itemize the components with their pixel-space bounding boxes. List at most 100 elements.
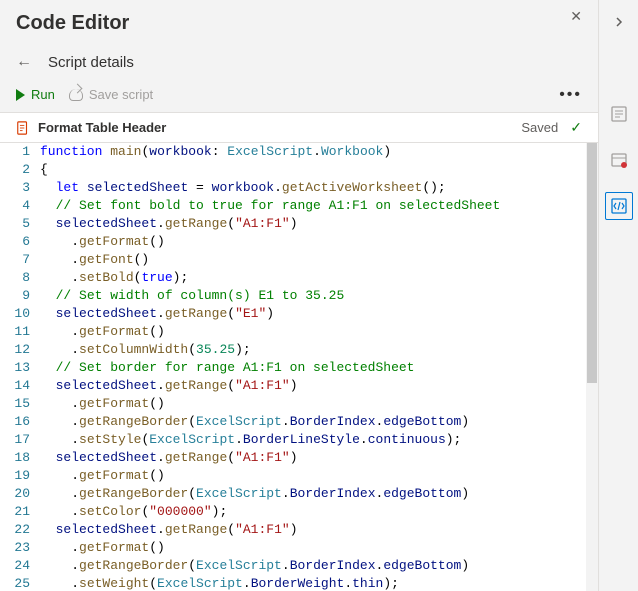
code-content[interactable]: selectedSheet.getRange("E1") <box>40 305 598 323</box>
code-line[interactable]: 22 selectedSheet.getRange("A1:F1") <box>0 521 598 539</box>
code-line[interactable]: 15 .getFormat() <box>0 395 598 413</box>
line-number: 9 <box>0 287 40 305</box>
line-number: 4 <box>0 197 40 215</box>
code-line[interactable]: 8 .setBold(true); <box>0 269 598 287</box>
code-editor[interactable]: 1function main(workbook: ExcelScript.Wor… <box>0 143 598 591</box>
code-content[interactable]: .getFont() <box>40 251 598 269</box>
line-number: 1 <box>0 143 40 161</box>
code-content[interactable]: // Set font bold to true for range A1:F1… <box>40 197 598 215</box>
rail-script-icon[interactable] <box>605 100 633 128</box>
save-label: Save script <box>89 87 153 102</box>
code-content[interactable]: .setBold(true); <box>40 269 598 287</box>
play-icon <box>16 89 25 101</box>
code-content[interactable]: // Set border for range A1:F1 on selecte… <box>40 359 598 377</box>
line-number: 16 <box>0 413 40 431</box>
code-line[interactable]: 12 .setColumnWidth(35.25); <box>0 341 598 359</box>
code-line[interactable]: 5 selectedSheet.getRange("A1:F1") <box>0 215 598 233</box>
line-number: 20 <box>0 485 40 503</box>
script-name: Format Table Header <box>38 120 513 135</box>
code-line[interactable]: 13 // Set border for range A1:F1 on sele… <box>0 359 598 377</box>
sub-title: Script details <box>48 54 134 71</box>
line-number: 24 <box>0 557 40 575</box>
code-line[interactable]: 18 selectedSheet.getRange("A1:F1") <box>0 449 598 467</box>
scrollbar-thumb[interactable] <box>587 143 597 383</box>
right-rail <box>598 0 638 591</box>
code-line[interactable]: 24 .getRangeBorder(ExcelScript.BorderInd… <box>0 557 598 575</box>
code-content[interactable]: .getRangeBorder(ExcelScript.BorderIndex.… <box>40 557 598 575</box>
code-content[interactable]: .getFormat() <box>40 539 598 557</box>
code-content[interactable]: let selectedSheet = workbook.getActiveWo… <box>40 179 598 197</box>
saved-status: Saved <box>521 120 558 135</box>
run-button[interactable]: Run <box>16 87 55 102</box>
line-number: 19 <box>0 467 40 485</box>
code-content[interactable]: .setWeight(ExcelScript.BorderWeight.thin… <box>40 575 598 591</box>
line-number: 8 <box>0 269 40 287</box>
code-line[interactable]: 20 .getRangeBorder(ExcelScript.BorderInd… <box>0 485 598 503</box>
line-number: 6 <box>0 233 40 251</box>
script-file-icon <box>16 121 30 135</box>
code-content[interactable]: .setColor("000000"); <box>40 503 598 521</box>
code-line[interactable]: 23 .getFormat() <box>0 539 598 557</box>
code-line[interactable]: 16 .getRangeBorder(ExcelScript.BorderInd… <box>0 413 598 431</box>
line-number: 7 <box>0 251 40 269</box>
code-content[interactable]: .getFormat() <box>40 467 598 485</box>
pane-title: Code Editor <box>16 12 582 35</box>
code-line[interactable]: 14 selectedSheet.getRange("A1:F1") <box>0 377 598 395</box>
code-line[interactable]: 19 .getFormat() <box>0 467 598 485</box>
code-line[interactable]: 3 let selectedSheet = workbook.getActive… <box>0 179 598 197</box>
code-line[interactable]: 9 // Set width of column(s) E1 to 35.25 <box>0 287 598 305</box>
expand-arrow-icon[interactable] <box>605 8 633 36</box>
run-label: Run <box>31 87 55 102</box>
line-number: 25 <box>0 575 40 591</box>
code-content[interactable]: selectedSheet.getRange("A1:F1") <box>40 215 598 233</box>
rail-code-editor-icon[interactable] <box>605 192 633 220</box>
save-icon <box>69 89 83 101</box>
line-number: 2 <box>0 161 40 179</box>
line-number: 18 <box>0 449 40 467</box>
code-line[interactable]: 11 .getFormat() <box>0 323 598 341</box>
more-options-button[interactable]: ••• <box>559 86 582 104</box>
main-pane: Code Editor ✕ ← Script details Run Save … <box>0 0 598 591</box>
line-number: 3 <box>0 179 40 197</box>
scrollbar-track[interactable] <box>586 143 598 591</box>
line-number: 21 <box>0 503 40 521</box>
line-number: 10 <box>0 305 40 323</box>
code-line[interactable]: 10 selectedSheet.getRange("E1") <box>0 305 598 323</box>
line-number: 22 <box>0 521 40 539</box>
rail-record-icon[interactable] <box>605 146 633 174</box>
back-arrow-icon[interactable]: ← <box>16 53 32 71</box>
line-number: 13 <box>0 359 40 377</box>
line-number: 15 <box>0 395 40 413</box>
code-content[interactable]: { <box>40 161 598 179</box>
code-content[interactable]: selectedSheet.getRange("A1:F1") <box>40 377 598 395</box>
code-line[interactable]: 4 // Set font bold to true for range A1:… <box>0 197 598 215</box>
line-number: 5 <box>0 215 40 233</box>
code-content[interactable]: // Set width of column(s) E1 to 35.25 <box>40 287 598 305</box>
script-info-row: Format Table Header Saved ✓ <box>0 113 598 143</box>
line-number: 23 <box>0 539 40 557</box>
close-icon[interactable]: ✕ <box>570 8 582 25</box>
code-content[interactable]: .setStyle(ExcelScript.BorderLineStyle.co… <box>40 431 598 449</box>
line-number: 14 <box>0 377 40 395</box>
code-line[interactable]: 6 .getFormat() <box>0 233 598 251</box>
line-number: 12 <box>0 341 40 359</box>
code-content[interactable]: .getRangeBorder(ExcelScript.BorderIndex.… <box>40 413 598 431</box>
toolbar: Run Save script ••• <box>0 81 598 113</box>
header: Code Editor ✕ <box>0 0 598 47</box>
code-content[interactable]: selectedSheet.getRange("A1:F1") <box>40 449 598 467</box>
save-script-button[interactable]: Save script <box>69 87 153 102</box>
code-content[interactable]: .getFormat() <box>40 233 598 251</box>
code-content[interactable]: .setColumnWidth(35.25); <box>40 341 598 359</box>
code-line[interactable]: 17 .setStyle(ExcelScript.BorderLineStyle… <box>0 431 598 449</box>
check-icon: ✓ <box>570 119 582 136</box>
code-line[interactable]: 1function main(workbook: ExcelScript.Wor… <box>0 143 598 161</box>
code-content[interactable]: .getFormat() <box>40 323 598 341</box>
code-line[interactable]: 2{ <box>0 161 598 179</box>
code-line[interactable]: 7 .getFont() <box>0 251 598 269</box>
code-line[interactable]: 25 .setWeight(ExcelScript.BorderWeight.t… <box>0 575 598 591</box>
code-content[interactable]: function main(workbook: ExcelScript.Work… <box>40 143 598 161</box>
code-line[interactable]: 21 .setColor("000000"); <box>0 503 598 521</box>
code-content[interactable]: .getRangeBorder(ExcelScript.BorderIndex.… <box>40 485 598 503</box>
code-content[interactable]: .getFormat() <box>40 395 598 413</box>
code-content[interactable]: selectedSheet.getRange("A1:F1") <box>40 521 598 539</box>
